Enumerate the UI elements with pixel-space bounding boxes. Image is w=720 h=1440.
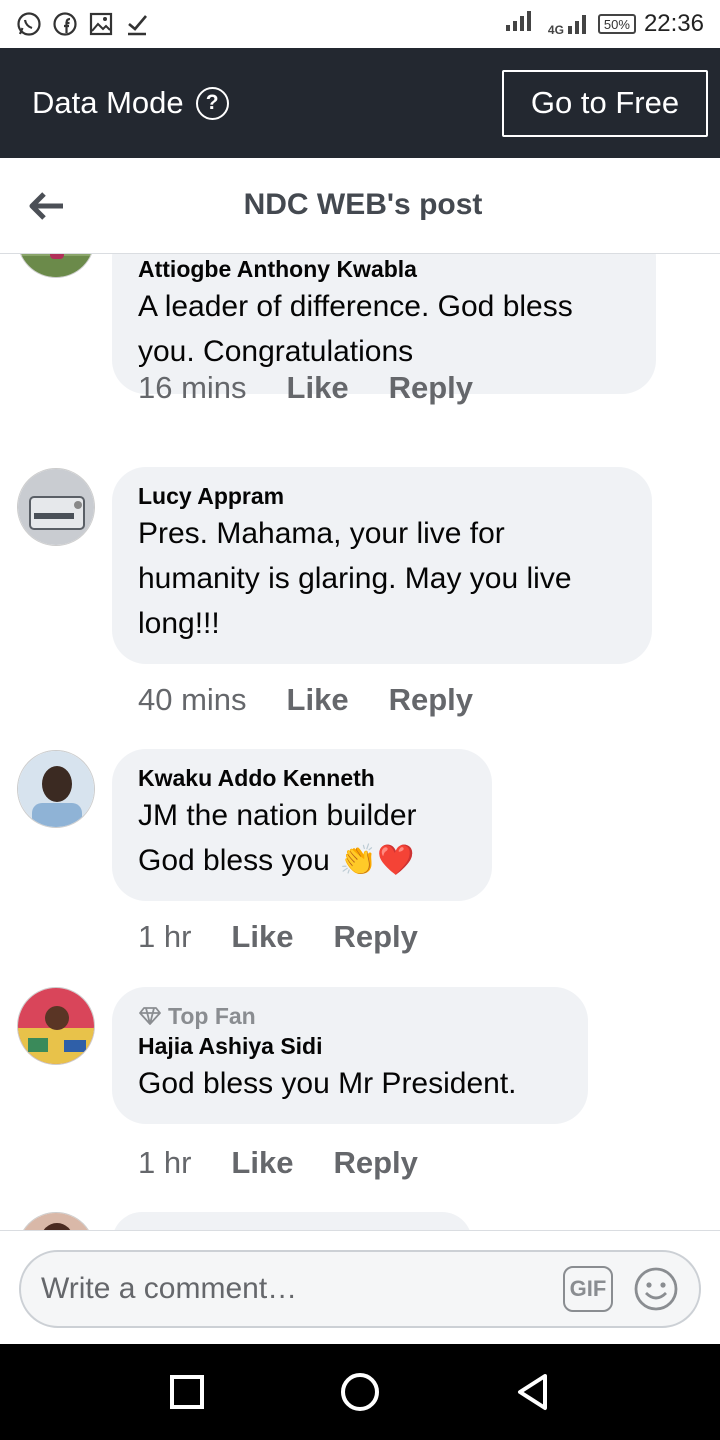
facebook-icon	[52, 11, 78, 37]
comment-text: Pres. Mahama, your live for humanity is …	[138, 517, 572, 640]
reply-button[interactable]: Reply	[389, 682, 473, 718]
like-button[interactable]: Like	[231, 1145, 293, 1181]
home-circle-icon[interactable]	[335, 1367, 385, 1417]
battery-indicator: 50%	[597, 14, 636, 34]
comment-text-line: God bless you 👏❤️	[138, 838, 466, 883]
comment-bubble[interactable]	[112, 1212, 472, 1230]
comment-actions: 1 hr Like Reply	[138, 1145, 458, 1181]
avatar[interactable]	[17, 254, 95, 278]
comment-composer: Write a comment… GIF	[0, 1230, 720, 1344]
top-fan-label: Top Fan	[168, 1003, 256, 1029]
avatar[interactable]	[17, 750, 95, 828]
comment-list[interactable]: Attiogbe Anthony Kwabla A leader of diff…	[0, 254, 720, 1230]
comment-author[interactable]: Kwaku Addo Kenneth	[138, 763, 466, 793]
comment-actions: 40 mins Like Reply	[138, 682, 513, 718]
reply-button[interactable]: Reply	[333, 1145, 417, 1181]
comment-time: 1 hr	[138, 1145, 192, 1180]
like-button[interactable]: Like	[287, 682, 349, 718]
recents-square-icon[interactable]	[162, 1367, 212, 1417]
comment-input[interactable]: Write a comment… GIF	[19, 1250, 701, 1328]
comment-text: A leader of difference. God bless you. C…	[138, 290, 573, 368]
comment-author[interactable]: Attiogbe Anthony Kwabla	[138, 254, 630, 284]
avatar[interactable]	[17, 1212, 95, 1230]
reply-button[interactable]: Reply	[389, 370, 473, 406]
comment-bubble[interactable]: Top Fan Hajia Ashiya Sidi God bless you …	[112, 987, 588, 1124]
network-type-icon: 4G	[548, 12, 590, 36]
signal-icon	[504, 9, 540, 40]
diamond-icon	[139, 1007, 161, 1025]
top-fan-badge: Top Fan	[138, 1001, 562, 1031]
gif-button[interactable]: GIF	[563, 1266, 613, 1312]
comment-text: God bless you	[138, 844, 330, 877]
avatar[interactable]	[17, 468, 95, 546]
reply-button[interactable]: Reply	[333, 919, 417, 955]
comment-text: God bless you Mr President.	[138, 1067, 517, 1100]
go-to-free-button[interactable]: Go to Free	[502, 69, 708, 137]
status-bar: 4G 50% 22:36	[0, 0, 720, 48]
system-status: 4G 50% 22:36	[504, 9, 704, 40]
comment-author[interactable]: Lucy Appram	[138, 481, 626, 511]
comment-bubble[interactable]: Kwaku Addo Kenneth JM the nation builder…	[112, 749, 492, 901]
comment-placeholder: Write a comment…	[41, 1272, 298, 1305]
comment-bubble[interactable]: Lucy Appram Pres. Mahama, your live for …	[112, 467, 652, 664]
comment-actions: 1 hr Like Reply	[138, 919, 458, 955]
data-mode-title: Data Mode	[32, 85, 184, 120]
comment-text-line: JM the nation builder	[138, 799, 417, 832]
comment-time: 16 mins	[138, 370, 247, 405]
clock: 22:36	[643, 10, 704, 37]
gallery-icon	[88, 11, 114, 37]
emoji-clap-heart: 👏❤️	[339, 844, 415, 877]
comment-author[interactable]: Hajia Ashiya Sidi	[138, 1031, 562, 1061]
screen: 4G 50% 22:36 Data Mode ? Go to Free NDC …	[0, 0, 720, 1440]
avatar[interactable]	[17, 987, 95, 1065]
whatsapp-icon	[16, 11, 42, 37]
like-button[interactable]: Like	[231, 919, 293, 955]
like-button[interactable]: Like	[287, 370, 349, 406]
notification-icons	[16, 11, 150, 37]
comment-time: 40 mins	[138, 682, 247, 717]
comment-actions: 16 mins Like Reply	[138, 370, 513, 406]
page-title: NDC WEB's post	[243, 188, 483, 221]
emoji-icon[interactable]	[633, 1266, 679, 1312]
comment-time: 1 hr	[138, 919, 192, 954]
download-done-icon	[124, 11, 150, 37]
post-header: NDC WEB's post	[0, 158, 720, 254]
help-icon[interactable]: ?	[195, 86, 229, 120]
navigation-bar	[0, 1344, 720, 1440]
back-triangle-icon[interactable]	[508, 1367, 558, 1417]
data-mode-bar: Data Mode ? Go to Free	[0, 48, 720, 158]
